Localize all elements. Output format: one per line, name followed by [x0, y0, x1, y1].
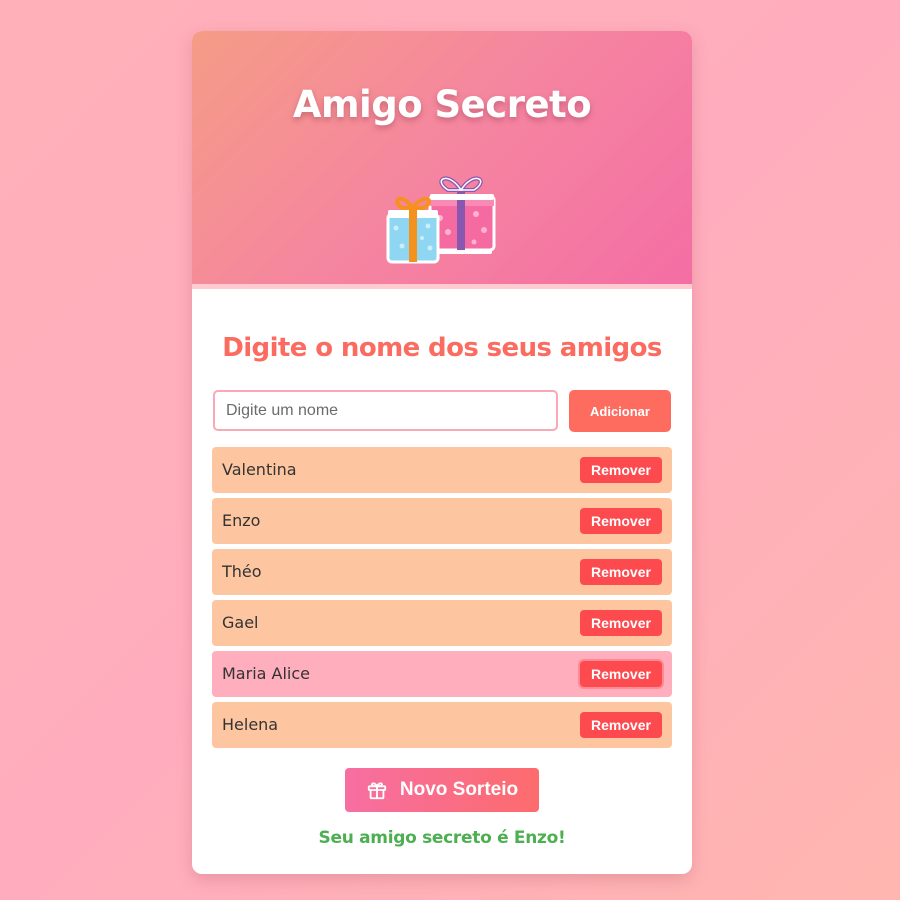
remove-button[interactable]: Remover: [580, 712, 662, 738]
friend-item: Maria Alice Remover: [212, 651, 672, 697]
friend-name: Gael: [222, 613, 259, 632]
result-message: Seu amigo secreto é Enzo!: [318, 828, 566, 848]
page-title: Amigo Secreto: [292, 83, 592, 126]
remove-button[interactable]: Remover: [580, 610, 662, 636]
friend-item: Valentina Remover: [212, 447, 672, 493]
friend-list: Valentina Remover Enzo Remover Théo Remover Ga…: [212, 447, 672, 753]
header: Amigo Secreto: [192, 31, 692, 289]
name-input[interactable]: [213, 390, 558, 431]
gift-icon: [367, 782, 387, 800]
draw-button-label: Novo Sorteio: [399, 779, 519, 800]
friend-name: Maria Alice: [222, 664, 310, 683]
friend-name: Helena: [222, 715, 279, 734]
draw-button[interactable]: Novo Sorteio: [345, 768, 539, 812]
form-heading: Digite o nome dos seus amigos: [222, 333, 662, 363]
gift-boxes-icon: [386, 176, 496, 264]
remove-button[interactable]: Remover: [580, 559, 662, 585]
friend-item: Gael Remover: [212, 600, 672, 646]
app-card: Amigo Secreto Digite o nome dos seus ami…: [192, 31, 692, 874]
remove-button[interactable]: Remover: [580, 508, 662, 534]
remove-button[interactable]: Remover: [580, 457, 662, 483]
friend-name: Théo: [222, 562, 262, 581]
friend-name: Enzo: [222, 511, 261, 530]
friend-item: Théo Remover: [212, 549, 672, 595]
add-button[interactable]: Adicionar: [569, 390, 671, 432]
friend-item: Helena Remover: [212, 702, 672, 748]
remove-button[interactable]: Remover: [580, 661, 662, 687]
friend-name: Valentina: [222, 460, 297, 479]
friend-item: Enzo Remover: [212, 498, 672, 544]
